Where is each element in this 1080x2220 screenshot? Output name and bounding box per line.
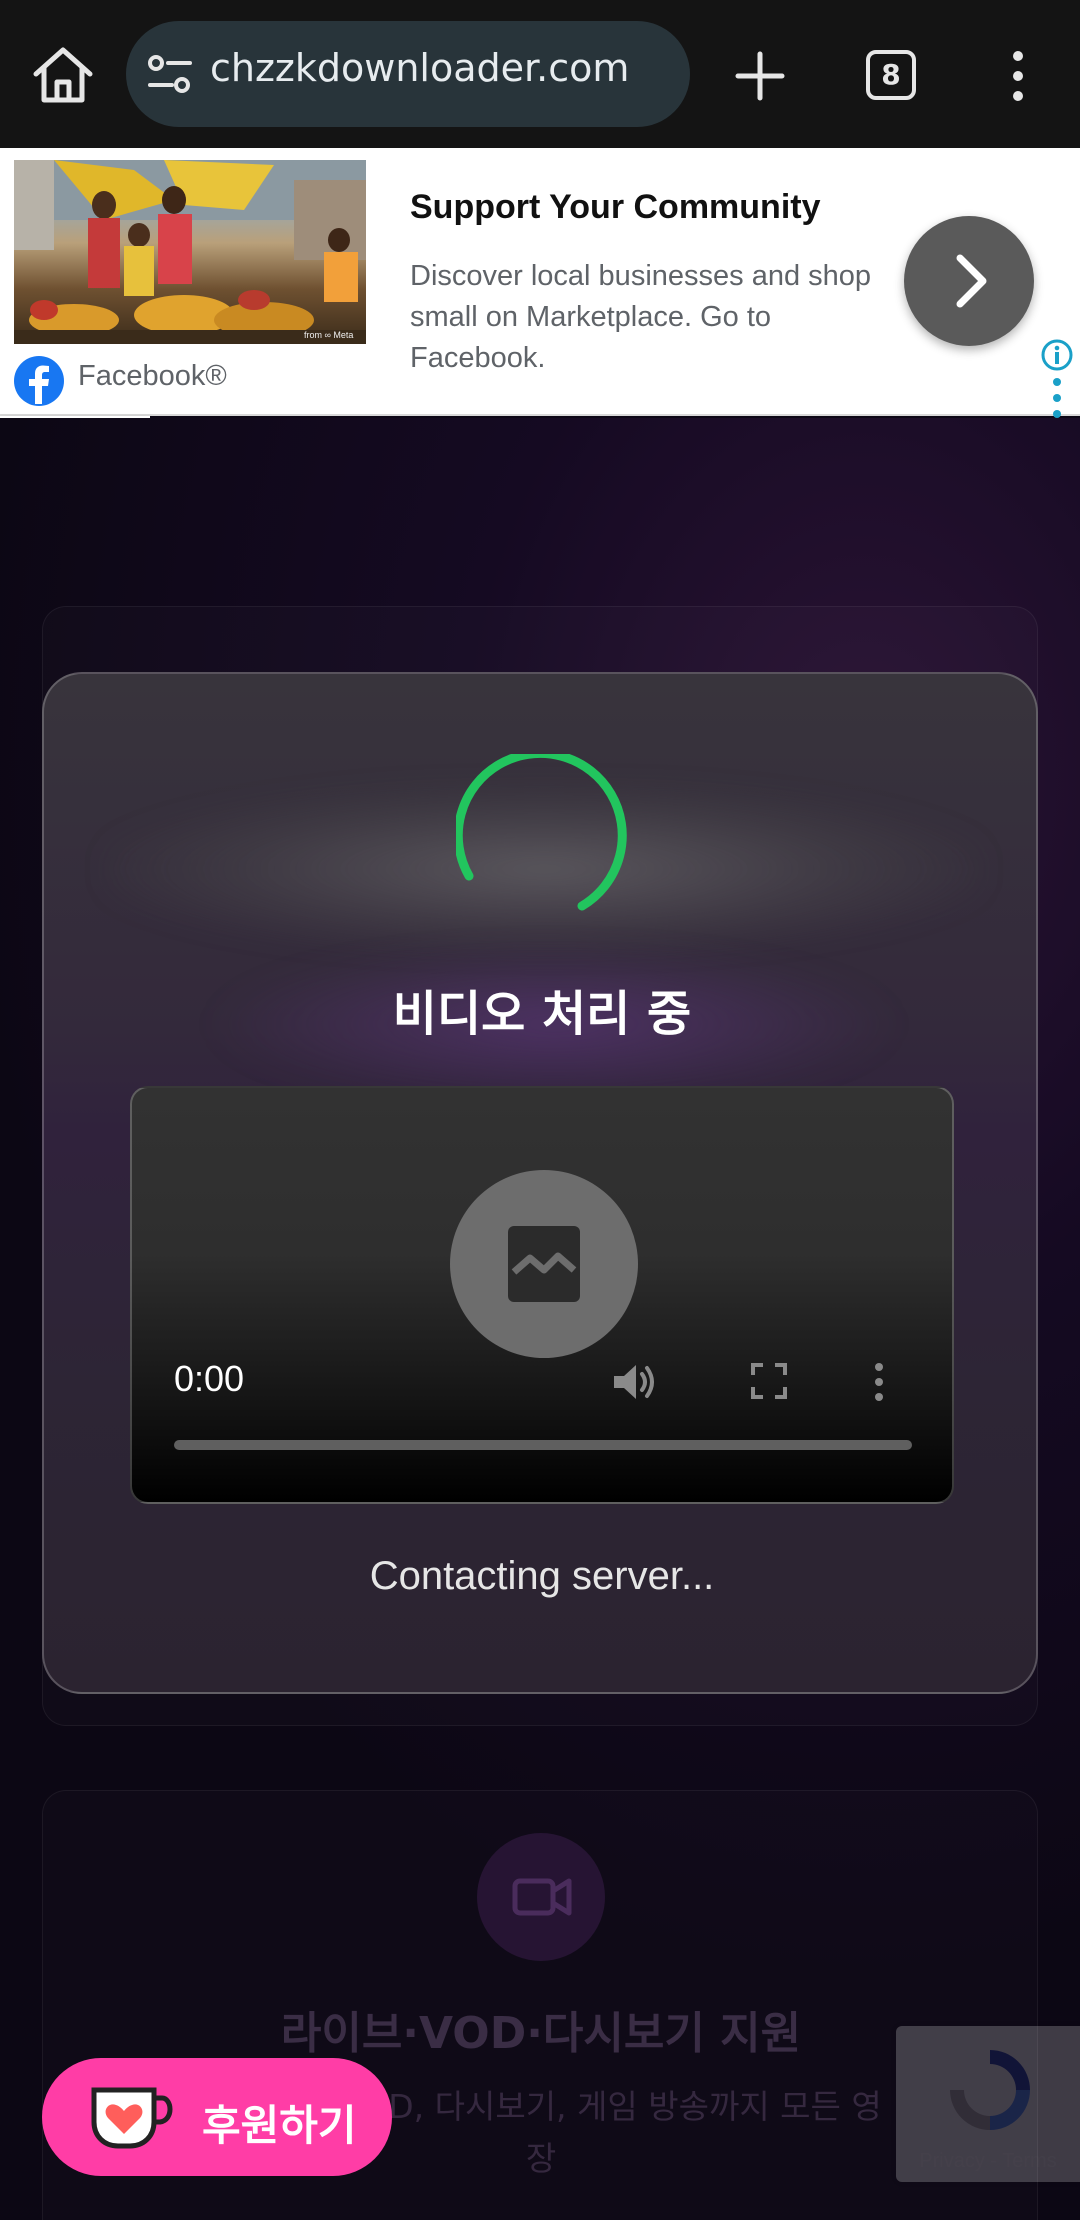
feature-icon-wrapper	[477, 1833, 605, 1961]
ad-image[interactable]: from ∞ Meta	[14, 160, 366, 344]
recaptcha-icon	[950, 2050, 1030, 2130]
volume-icon[interactable]	[610, 1360, 658, 1404]
tab-count: 8	[881, 58, 901, 91]
fullscreen-icon[interactable]	[750, 1362, 788, 1400]
time-display: 0:00	[174, 1358, 245, 1399]
recaptcha-links[interactable]: Privacy - Terms	[896, 2150, 1080, 2173]
processing-heading: 비디오 처리 중	[392, 986, 692, 1042]
ad-title[interactable]: Support Your Community	[410, 188, 821, 227]
ad-description[interactable]: Discover local businesses and shop small…	[410, 256, 880, 379]
site-info-icon[interactable]	[146, 51, 194, 97]
tab-switcher-button[interactable]: 8	[866, 50, 916, 100]
chevron-right-icon	[956, 254, 987, 308]
address-bar[interactable]: chzzkdownloader.com	[126, 21, 690, 127]
recaptcha-badge[interactable]: Privacy - Terms	[896, 2026, 1080, 2182]
broken-media-icon	[508, 1226, 580, 1302]
processing-modal: 비디오 처리 중 0:00 Contacting server...	[42, 672, 1038, 1694]
facebook-icon	[14, 356, 64, 406]
ad-banner[interactable]: from ∞ Meta Support Your Community Disco…	[0, 148, 1080, 418]
feature-title: 라이브·VOD·다시보기 지원	[280, 2008, 802, 2059]
status-text: Contacting server...	[369, 1554, 715, 1598]
donate-label: 후원하기	[202, 2101, 357, 2150]
broken-media-button[interactable]	[450, 1170, 638, 1358]
home-icon[interactable]	[30, 44, 96, 106]
ad-cta-button[interactable]	[904, 216, 1034, 346]
ko-fi-cup-icon	[91, 2087, 173, 2149]
market-photo: from ∞ Meta	[14, 160, 366, 344]
overflow-menu-icon[interactable]	[996, 48, 1040, 104]
url-text[interactable]: chzzkdownloader.com	[210, 46, 629, 90]
progress-bar[interactable]	[174, 1440, 912, 1450]
new-tab-icon[interactable]	[732, 48, 788, 104]
donate-button[interactable]: 후원하기	[42, 2058, 392, 2176]
browser-toolbar: chzzkdownloader.com 8	[0, 0, 1080, 148]
video-camera-icon	[512, 1878, 572, 1916]
ad-brand-label[interactable]: Facebook®	[78, 360, 227, 393]
loading-spinner	[456, 754, 627, 911]
meta-watermark: from ∞ Meta	[304, 330, 353, 340]
info-icon[interactable]	[1040, 338, 1074, 372]
more-vert-icon[interactable]	[1050, 376, 1064, 422]
more-vert-icon[interactable]	[872, 1362, 886, 1402]
video-player[interactable]: 0:00	[130, 1086, 954, 1504]
